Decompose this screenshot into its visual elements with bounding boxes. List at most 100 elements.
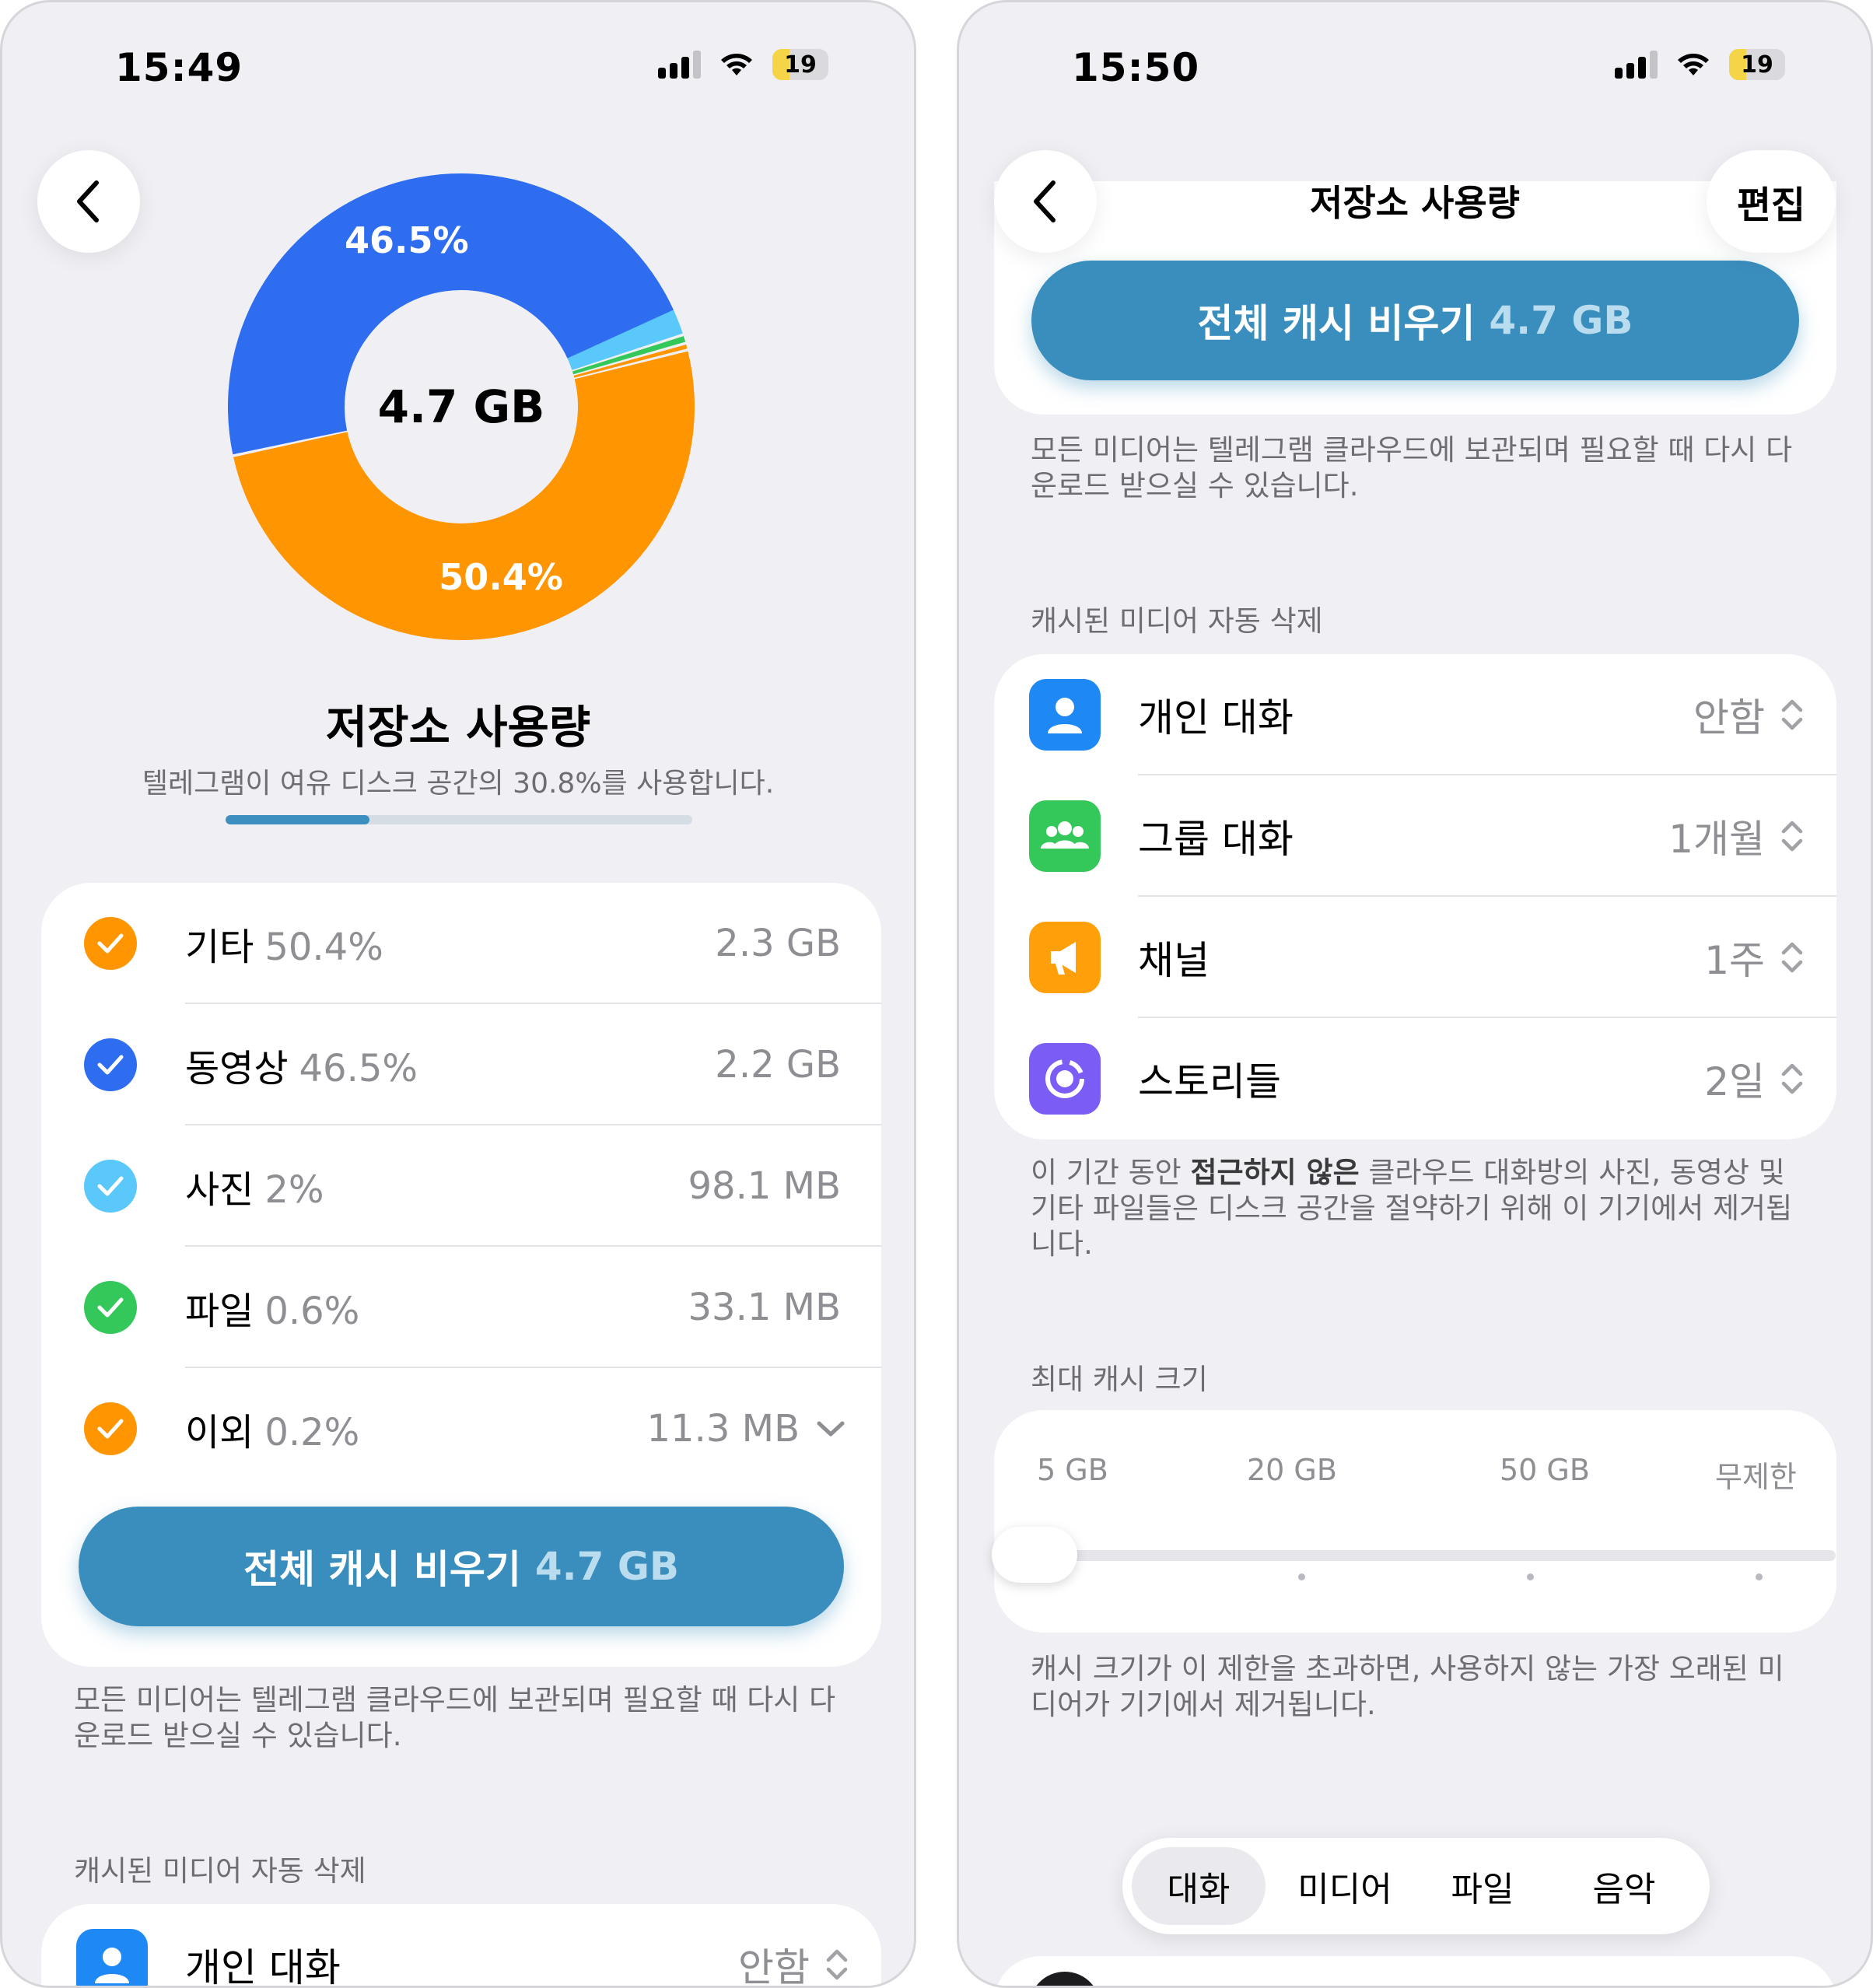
auto-delete-label: 스토리들 [1138,1059,1281,1104]
person-icon [76,1929,148,1986]
clear-cache-size: 4.7 GB [534,1544,679,1589]
storage-title: 저장소 사용량 [325,701,591,754]
cache-size-slider-knob[interactable] [992,1527,1077,1583]
slider-tick [1527,1573,1534,1580]
cellular-signal-icon [1615,51,1658,79]
auto-delete-value: 2일 [1704,1059,1765,1104]
category-percent: 0.2% [264,1411,360,1454]
status-bar-icons: 19 [1615,49,1785,80]
checkmark-icon[interactable] [84,1281,137,1334]
storage-donut-chart: 0.2%50.4%46.5% 4.7 GB [220,166,702,648]
category-size: 2.3 GB [715,922,841,965]
status-time: 15:49 [115,45,243,90]
chevron-updown-icon[interactable] [1779,697,1805,733]
megaphone-icon [1029,922,1101,993]
auto-delete-card: 개인 대화 안함 그룹 대화 1개월 채널 1주 스토리들 2일 [994,654,1836,1139]
category-label: 동영상 [185,1047,289,1090]
auto-delete-row-stories[interactable]: 스토리들 2일 [994,1018,1836,1139]
tab-chats[interactable]: 대화 [1132,1847,1266,1925]
auto-delete-value: 안함 [1693,695,1765,740]
slider-option: 20 GB [1247,1453,1337,1487]
category-label: 사진 [185,1168,254,1212]
list-card-partial [994,1956,1836,1986]
total-size-label: 4.7 GB [377,380,545,433]
category-percent: 50.4% [264,926,383,969]
chevron-updown-icon[interactable] [1779,818,1805,854]
chevron-updown-icon[interactable] [1779,940,1805,975]
checkmark-icon[interactable] [84,1402,137,1455]
battery-icon: 19 [1729,49,1785,80]
checkmark-icon[interactable] [84,917,137,970]
slider-option: 50 GB [1500,1453,1590,1487]
cache-size-slider-track[interactable] [1014,1550,1836,1561]
category-size: 11.3 MB [646,1407,800,1451]
storage-screen-right: 15:50 19 전체 캐시 비우기 4.7 GB 저장소 사용량 편집 모든 미… [957,0,1873,1988]
category-size: 33.1 MB [688,1286,841,1329]
auto-delete-note: 이 기간 동안 접근하지 않은 클라우드 대화방의 사진, 동영상 및 기타 파… [1031,1156,1793,1261]
tab-music[interactable]: 음악 [1558,1847,1690,1925]
chevron-down-icon[interactable] [815,1419,846,1439]
checkmark-icon[interactable] [84,1038,137,1091]
slider-tick [1756,1573,1763,1580]
section-header-max-cache: 최대 캐시 크기 [1031,1363,1208,1396]
group-icon [1029,800,1101,872]
category-row[interactable]: 동영상 46.5% 2.2 GB [41,1004,881,1125]
clear-cache-button[interactable]: 전체 캐시 비우기 4.7 GB [79,1507,844,1626]
category-percent: 2% [264,1168,324,1212]
chevron-updown-icon[interactable] [824,1947,850,1983]
section-header-auto-delete: 캐시된 미디어 자동 삭제 [74,1854,366,1888]
back-button[interactable] [37,150,140,253]
checkmark-icon[interactable] [84,1160,137,1213]
tab-media[interactable]: 미디어 [1278,1847,1412,1925]
auto-delete-row-channel[interactable]: 채널 1주 [994,897,1836,1018]
chevron-updown-icon[interactable] [1779,1061,1805,1097]
clear-cache-label: 전체 캐시 비우기 [1197,301,1476,346]
wifi-icon [1678,54,1709,75]
category-size: 98.1 MB [688,1164,841,1208]
max-cache-card [994,1410,1836,1633]
max-cache-note: 캐시 크기가 이 제한을 초과하면, 사용하지 않는 가장 오래된 미디어가 기… [1031,1652,1784,1721]
slider-option: 무제한 [1715,1460,1797,1494]
auto-delete-label: 그룹 대화 [1138,817,1294,862]
category-row-expandable[interactable]: 이외 0.2% 11.3 MB [41,1368,881,1489]
auto-delete-label: 채널 [1138,938,1210,983]
auto-delete-row-group[interactable]: 그룹 대화 1개월 [994,775,1836,897]
category-label: 파일 [185,1290,254,1333]
stories-icon [1029,1043,1101,1115]
clear-cache-button[interactable]: 전체 캐시 비우기 4.7 GB [1031,261,1799,380]
slider-tick [1298,1573,1305,1580]
category-size: 2.2 GB [715,1043,841,1087]
auto-delete-row-private[interactable]: 개인 대화 안함 [41,1904,881,1988]
slider-option: 5 GB [1037,1453,1108,1487]
disk-usage-bar [226,815,692,824]
category-row[interactable]: 기타 50.4% 2.3 GB [41,883,881,1004]
clear-cache-label: 전체 캐시 비우기 [243,1547,521,1592]
cloud-footnote: 모든 미디어는 텔레그램 클라우드에 보관되며 필요할 때 다시 다운로드 받으… [1031,433,1793,502]
category-label: 이외 [185,1411,254,1454]
storage-screen-left: 15:49 19 0.2%50.4%46.5% 4.7 GB 저장소 사용량 텔… [0,0,916,1988]
cellular-signal-icon [658,51,701,79]
cloud-footnote: 모든 미디어는 텔레그램 클라우드에 보관되며 필요할 때 다시 다운로드 받으… [74,1683,836,1752]
media-tab-bar: 대화 미디어 파일 음악 [1122,1838,1710,1934]
category-percent: 46.5% [299,1047,418,1090]
auto-delete-value: 안함 [738,1945,810,1988]
chevron-left-icon [77,180,99,222]
storage-subtitle: 텔레그램이 여유 디스크 공간의 30.8%를 사용합니다. [142,768,775,800]
auto-delete-row-private[interactable]: 개인 대화 안함 [994,654,1836,775]
person-icon [1029,679,1101,751]
edit-button[interactable]: 편집 [1707,150,1836,253]
auto-delete-label: 개인 대화 [1138,695,1294,740]
category-percent: 0.6% [264,1290,360,1333]
wifi-icon [721,54,752,75]
auto-delete-label: 개인 대화 [185,1945,341,1988]
status-bar-icons: 19 [658,49,828,80]
categories-card: 기타 50.4% 2.3 GB 동영상 46.5% 2.2 GB 사진 2% 98.1… [41,883,881,1667]
category-row[interactable]: 사진 2% 98.1 MB [41,1125,881,1247]
battery-icon: 19 [772,49,828,80]
auto-delete-card-partial: 개인 대화 안함 [41,1904,881,1988]
tab-files[interactable]: 파일 [1424,1847,1541,1925]
auto-delete-value: 1개월 [1668,817,1765,862]
section-header-auto-delete: 캐시된 미디어 자동 삭제 [1031,604,1323,638]
auto-delete-value: 1주 [1704,938,1765,983]
category-row[interactable]: 파일 0.6% 33.1 MB [41,1247,881,1368]
